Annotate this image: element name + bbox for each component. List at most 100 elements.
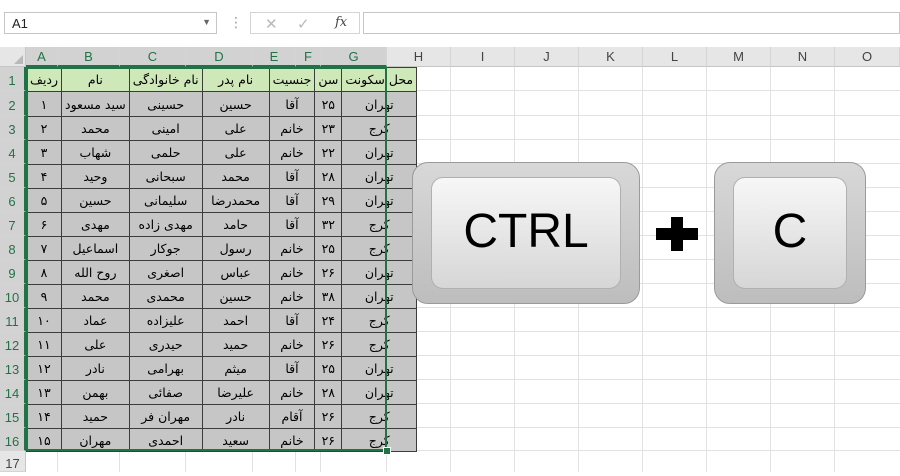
table-cell[interactable]: علی	[201, 116, 270, 141]
table-cell[interactable]: عباس	[201, 260, 270, 285]
row-header[interactable]: 2	[0, 91, 26, 116]
table-cell[interactable]: ۳۲	[314, 212, 343, 237]
table-cell[interactable]: کرج	[341, 308, 418, 333]
table-cell[interactable]: امینی	[128, 116, 203, 141]
column-header[interactable]: D	[186, 47, 253, 67]
table-cell[interactable]: ۱۵	[25, 428, 63, 452]
table-cell[interactable]: تهران	[341, 188, 418, 213]
column-header[interactable]: F	[296, 47, 321, 67]
table-cell[interactable]: خانم	[268, 428, 316, 452]
table-cell[interactable]: ۲۹	[314, 188, 343, 213]
table-cell[interactable]: ۱۳	[25, 380, 63, 405]
row-header[interactable]: 11	[0, 308, 26, 332]
name-box[interactable]: A1 ▼	[4, 12, 217, 34]
row-header[interactable]: 5	[0, 164, 26, 188]
table-cell[interactable]: ۱۲	[25, 356, 63, 381]
table-header-cell[interactable]: نام خانوادگی	[128, 67, 203, 92]
table-header-cell[interactable]: سن	[314, 67, 343, 92]
table-cell[interactable]: ۳۸	[314, 284, 343, 309]
table-cell[interactable]: ۱	[25, 91, 63, 117]
table-cell[interactable]: روح الله	[61, 260, 130, 285]
table-cell[interactable]: کرج	[341, 404, 418, 429]
column-header[interactable]: J	[515, 47, 579, 67]
column-header[interactable]: E	[253, 47, 296, 67]
column-header[interactable]: I	[451, 47, 515, 67]
table-cell[interactable]: کرج	[341, 332, 418, 357]
column-header[interactable]: N	[771, 47, 835, 67]
table-cell[interactable]: آقا	[268, 212, 316, 237]
table-cell[interactable]: علی	[61, 332, 130, 357]
table-header-cell[interactable]: نام پدر	[201, 67, 270, 92]
table-cell[interactable]: ۲۲	[314, 140, 343, 165]
table-cell[interactable]: محمد	[61, 116, 130, 141]
table-header-cell[interactable]: ردیف	[25, 67, 63, 92]
table-header-cell[interactable]: محل سکونت	[341, 67, 418, 92]
table-cell[interactable]: شهاب	[61, 140, 130, 165]
row-header[interactable]: 16	[0, 428, 26, 451]
table-cell[interactable]: حسین	[201, 91, 270, 117]
table-cell[interactable]: ۲	[25, 116, 63, 141]
table-cell[interactable]: میثم	[201, 356, 270, 381]
row-header[interactable]: 6	[0, 188, 26, 212]
table-cell[interactable]: کرج	[341, 428, 418, 452]
table-cell[interactable]: خانم	[268, 260, 316, 285]
table-cell[interactable]: خانم	[268, 332, 316, 357]
column-header[interactable]: H	[387, 47, 451, 67]
table-cell[interactable]: آقا	[268, 188, 316, 213]
table-cell[interactable]: نادر	[61, 356, 130, 381]
table-cell[interactable]: ۲۶	[314, 428, 343, 452]
table-cell[interactable]: ۲۳	[314, 116, 343, 141]
table-cell[interactable]: عماد	[61, 308, 130, 333]
chevron-down-icon[interactable]: ▼	[202, 17, 211, 27]
row-header[interactable]: 10	[0, 284, 26, 308]
table-cell[interactable]: کرج	[341, 116, 418, 141]
table-cell[interactable]: آقا	[268, 308, 316, 333]
table-cell[interactable]: آقام	[268, 404, 316, 429]
column-header[interactable]: L	[643, 47, 707, 67]
table-cell[interactable]: آقا	[268, 164, 316, 189]
table-cell[interactable]: خانم	[268, 380, 316, 405]
fill-handle[interactable]	[383, 447, 391, 455]
table-cell[interactable]: محمدی	[128, 284, 203, 309]
table-cell[interactable]: حسین	[61, 188, 130, 213]
table-header-cell[interactable]: نام	[61, 67, 130, 92]
table-cell[interactable]: سلیمانی	[128, 188, 203, 213]
table-cell[interactable]: احمدی	[128, 428, 203, 452]
table-cell[interactable]: اصغری	[128, 260, 203, 285]
table-cell[interactable]: مهران	[61, 428, 130, 452]
table-header-cell[interactable]: جنسیت	[268, 67, 316, 92]
table-cell[interactable]: محمد	[61, 284, 130, 309]
row-header[interactable]: 9	[0, 260, 26, 284]
select-all-button[interactable]	[0, 47, 26, 67]
table-cell[interactable]: بهرامی	[128, 356, 203, 381]
table-cell[interactable]: کرج	[341, 212, 418, 237]
close-icon[interactable]: ✕	[265, 15, 278, 33]
table-cell[interactable]: حسین	[201, 284, 270, 309]
table-cell[interactable]: مهدی زاده	[128, 212, 203, 237]
table-cell[interactable]: مهدی	[61, 212, 130, 237]
table-cell[interactable]: حمید	[61, 404, 130, 429]
table-cell[interactable]: ۶	[25, 212, 63, 237]
table-cell[interactable]: تهران	[341, 260, 418, 285]
table-cell[interactable]: حمید	[201, 332, 270, 357]
row-header[interactable]: 14	[0, 380, 26, 404]
table-cell[interactable]: خانم	[268, 236, 316, 261]
table-cell[interactable]: ۲۵	[314, 356, 343, 381]
table-cell[interactable]: جوکار	[128, 236, 203, 261]
column-header[interactable]: B	[58, 47, 120, 67]
table-cell[interactable]: ۲۸	[314, 164, 343, 189]
table-cell[interactable]: بهمن	[61, 380, 130, 405]
row-header[interactable]: 4	[0, 140, 26, 164]
table-cell[interactable]: حلمی	[128, 140, 203, 165]
table-cell[interactable]: تهران	[341, 164, 418, 189]
table-cell[interactable]: ۷	[25, 236, 63, 261]
row-header[interactable]: 1	[0, 67, 26, 91]
table-cell[interactable]: ۹	[25, 284, 63, 309]
table-cell[interactable]: ۲۵	[314, 236, 343, 261]
column-header[interactable]: O	[835, 47, 900, 67]
insert-function-button[interactable]: fx	[335, 15, 347, 30]
table-cell[interactable]: ۴	[25, 164, 63, 189]
table-cell[interactable]: صفائی	[128, 380, 203, 405]
table-cell[interactable]: نادر	[201, 404, 270, 429]
row-header[interactable]: 12	[0, 332, 26, 356]
